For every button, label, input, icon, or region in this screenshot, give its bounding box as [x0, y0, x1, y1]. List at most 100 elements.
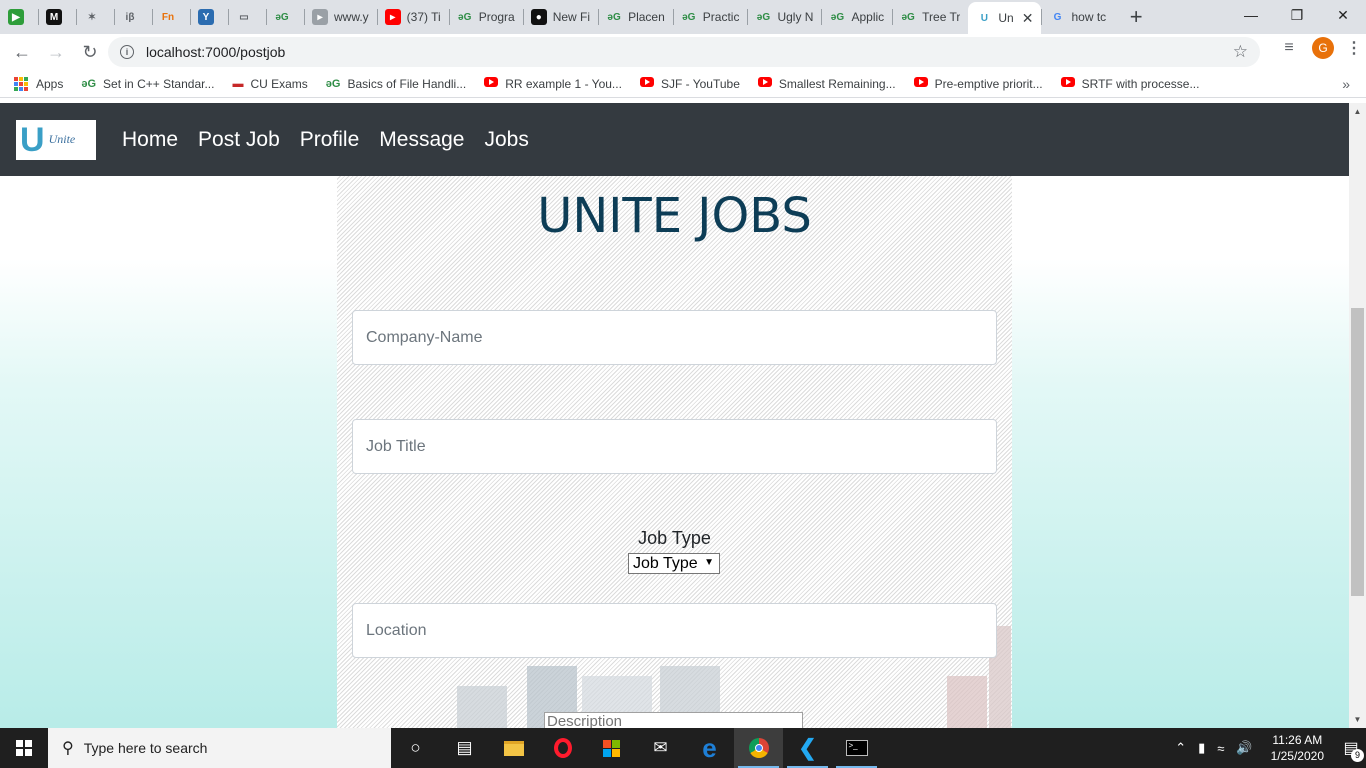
file-explorer-icon[interactable] — [489, 728, 538, 768]
gfg-icon: əG — [901, 11, 915, 23]
bookmark-item[interactable]: Smallest Remaining... — [757, 77, 896, 91]
close-window-button[interactable]: ✕ — [1320, 0, 1366, 30]
gfg-icon: əG — [830, 11, 845, 23]
tab-7[interactable]: əG — [266, 0, 304, 34]
volume-icon[interactable]: 🔊 — [1236, 740, 1252, 756]
back-button[interactable]: ← — [6, 36, 38, 68]
bookmark-label: CU Exams — [250, 76, 308, 91]
tab-6[interactable]: ▭ — [228, 0, 266, 34]
bookmark-item[interactable]: RR example 1 - You... — [484, 77, 622, 91]
tab-17[interactable]: U Un ✕ — [968, 2, 1042, 34]
bookmark-item[interactable]: SRTF with processe... — [1060, 77, 1199, 91]
page-scrollbar[interactable]: ▲ ▼ — [1349, 103, 1366, 728]
youtube-icon — [484, 77, 499, 90]
bookmarks-overflow-button[interactable]: » — [1342, 76, 1350, 92]
wifi-icon[interactable]: ≈ — [1217, 741, 1224, 756]
tab-12[interactable]: əG Placen — [598, 0, 673, 34]
youtube-icon: ▸ — [384, 9, 401, 25]
tab-18[interactable]: Ghow tc — [1041, 0, 1114, 34]
window-icon: ▭ — [239, 11, 249, 23]
tab-0[interactable]: ▶ — [0, 0, 38, 34]
tray-chevron-icon[interactable]: ⌃ — [1175, 740, 1186, 756]
job-type-label: Job Type — [638, 528, 711, 548]
bookmark-label: Pre-emptive priorit... — [934, 76, 1043, 91]
tab-8[interactable]: ▸ www.y — [304, 0, 377, 34]
cu-icon: ▬ — [232, 77, 244, 90]
bookmark-item[interactable]: Pre-emptive priorit... — [913, 76, 1043, 91]
start-button[interactable] — [0, 728, 48, 768]
bookmark-label: Apps — [36, 76, 64, 91]
task-view-icon[interactable]: ▤ — [440, 728, 489, 768]
site-logo[interactable]: U Unite — [16, 119, 96, 160]
restore-button[interactable]: ❐ — [1274, 0, 1320, 30]
close-tab-icon[interactable]: ✕ — [1022, 10, 1034, 27]
chrome-icon[interactable] — [734, 728, 783, 768]
bookmark-star-icon[interactable]: ☆ — [1233, 42, 1248, 62]
bookmark-item[interactable]: ▬ CU Exams — [232, 77, 307, 91]
tab-10[interactable]: əG Progra — [448, 0, 523, 34]
scroll-up-arrow-icon[interactable]: ▲ — [1349, 103, 1366, 120]
tab-label: Progra — [478, 10, 515, 24]
tab-9[interactable]: ▸ (37) Ti — [376, 0, 449, 34]
tab-list: ▶ M ✶ iβ Fn Y ▭ əG ▸ www.y ▸ (37) Ti əG Progra ● New Fi… — [0, 0, 1114, 34]
menu-kebab-icon[interactable]: ⋮ — [1342, 38, 1366, 58]
google-icon: G — [1053, 11, 1062, 23]
nav-message[interactable]: Message — [379, 128, 464, 152]
cortana-icon[interactable]: ○ — [391, 728, 440, 768]
terminal-icon[interactable]: >_ — [832, 728, 881, 768]
mail-icon[interactable]: ✉ — [636, 728, 685, 768]
spider-icon: ✶ — [87, 11, 97, 23]
action-center-button[interactable]: ▤ 9 — [1336, 738, 1366, 762]
job-title-input[interactable]: Job Title — [352, 419, 997, 474]
tab-11[interactable]: ● New Fi — [522, 0, 598, 34]
reload-button[interactable]: ↻ — [74, 36, 106, 68]
job-type-select[interactable]: Job Type ▼ — [628, 553, 720, 574]
opera-icon[interactable] — [538, 728, 587, 768]
gfg-icon: əG — [275, 11, 289, 23]
store-icon[interactable] — [587, 728, 636, 768]
media-control-icon[interactable]: ≡ — [1274, 39, 1304, 57]
profile-avatar[interactable]: G — [1312, 37, 1334, 59]
system-tray: ⌃ ▮ ≈ 🔊 11:26 AM 1/25/2020 ▤ 9 — [1169, 728, 1366, 768]
url-text: localhost:7000/postjob — [146, 44, 286, 60]
vscode-icon[interactable]: ❮ — [783, 728, 832, 768]
company-name-input[interactable]: Company-Name — [352, 310, 997, 365]
edge-icon[interactable]: e — [685, 728, 734, 768]
scrollbar-thumb[interactable] — [1351, 308, 1364, 596]
forward-button[interactable]: → — [40, 36, 72, 68]
scroll-down-arrow-icon[interactable]: ▼ — [1349, 711, 1366, 728]
tab-2[interactable]: ✶ — [76, 0, 114, 34]
location-input[interactable]: Location — [352, 603, 997, 658]
tab-1[interactable]: M — [38, 0, 76, 34]
tab-label: Ugly N — [777, 10, 814, 24]
taskbar-search-box[interactable]: ⚲ Type here to search — [48, 728, 391, 768]
page-viewport: U Unite Home Post Job Profile Message Jo… — [0, 103, 1366, 728]
bookmark-item[interactable]: SJF - YouTube — [639, 77, 740, 91]
job-type-selected-value: Job Type — [633, 554, 698, 572]
nav-jobs[interactable]: Jobs — [485, 128, 529, 152]
clock-date: 1/25/2020 — [1270, 749, 1324, 763]
battery-icon[interactable]: ▮ — [1198, 740, 1205, 756]
tab-4[interactable]: Fn — [152, 0, 190, 34]
tab-label: New Fi — [552, 10, 591, 24]
nav-profile[interactable]: Profile — [300, 128, 360, 152]
bookmark-item[interactable]: Apps — [14, 76, 64, 91]
tab-15[interactable]: əG Applic — [821, 0, 892, 34]
tab-16[interactable]: əG Tree Tr — [892, 0, 968, 34]
new-tab-button[interactable]: + — [1122, 3, 1150, 31]
taskbar-clock[interactable]: 11:26 AM 1/25/2020 — [1271, 732, 1324, 764]
minimize-button[interactable]: — — [1228, 0, 1274, 30]
tab-14[interactable]: əG Ugly N — [747, 0, 821, 34]
tab-5[interactable]: Y — [190, 0, 228, 34]
address-bar[interactable]: i localhost:7000/postjob ☆ — [108, 37, 1260, 67]
tab-label: how tc — [1071, 10, 1107, 24]
description-textarea[interactable]: Description — [544, 712, 803, 728]
tab-3[interactable]: iβ — [114, 0, 152, 34]
site-info-icon[interactable]: i — [120, 45, 134, 59]
nav-post-job[interactable]: Post Job — [198, 128, 280, 152]
fn-icon: Fn — [161, 11, 175, 23]
nav-home[interactable]: Home — [122, 128, 178, 152]
bookmark-item[interactable]: əG Set in C++ Standar... — [81, 77, 214, 91]
bookmark-item[interactable]: əG Basics of File Handli... — [326, 77, 466, 91]
tab-13[interactable]: əG Practic — [672, 0, 748, 34]
